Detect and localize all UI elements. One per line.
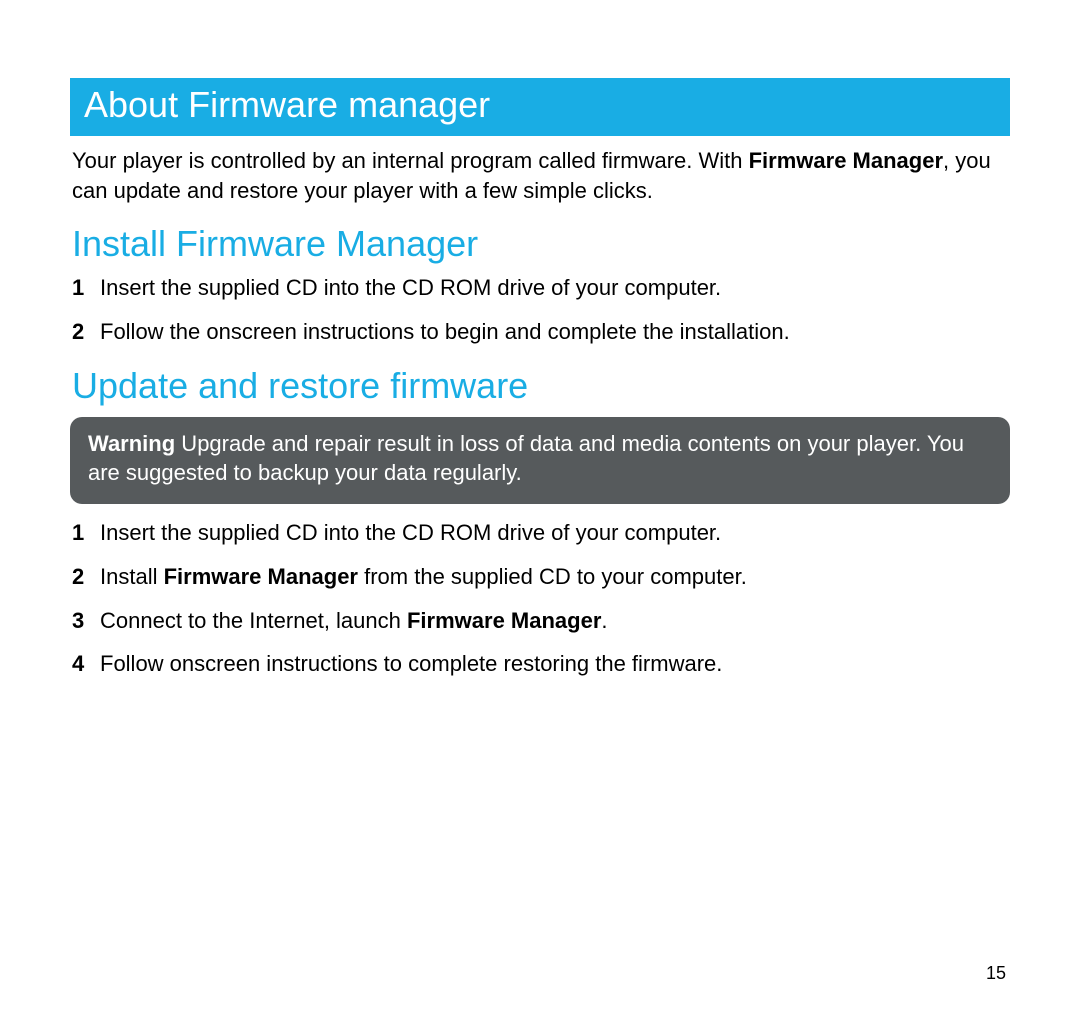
step-text: Insert the supplied CD into the CD ROM d… <box>100 273 721 303</box>
section-heading-install: Install Firmware Manager <box>72 223 1008 265</box>
list-item: 2 Install Firmware Manager from the supp… <box>72 562 1008 592</box>
step-text-pre: Connect to the Internet, launch <box>100 608 407 633</box>
document-page: About Firmware manager Your player is co… <box>0 0 1080 679</box>
list-item: 2 Follow the onscreen instructions to be… <box>72 317 1008 347</box>
step-number: 4 <box>72 649 94 679</box>
step-text-bold: Firmware Manager <box>407 608 601 633</box>
step-text: Connect to the Internet, launch Firmware… <box>100 606 608 636</box>
install-steps: 1 Insert the supplied CD into the CD ROM… <box>72 273 1008 346</box>
list-item: 1 Insert the supplied CD into the CD ROM… <box>72 273 1008 303</box>
step-text: Install Firmware Manager from the suppli… <box>100 562 747 592</box>
step-number: 2 <box>72 562 94 592</box>
step-text-post: . <box>601 608 607 633</box>
update-steps: 1 Insert the supplied CD into the CD ROM… <box>72 518 1008 679</box>
step-text-pre: Install <box>100 564 164 589</box>
intro-paragraph: Your player is controlled by an internal… <box>72 146 1008 205</box>
page-title-bar: About Firmware manager <box>70 78 1010 136</box>
list-item: 3 Connect to the Internet, launch Firmwa… <box>72 606 1008 636</box>
step-number: 3 <box>72 606 94 636</box>
warning-text: Upgrade and repair result in loss of dat… <box>88 431 964 486</box>
step-number: 1 <box>72 273 94 303</box>
intro-text-bold: Firmware Manager <box>749 148 943 173</box>
step-number: 2 <box>72 317 94 347</box>
step-text-pre: Insert the supplied CD into the CD ROM d… <box>100 520 721 545</box>
list-item: 4 Follow onscreen instructions to comple… <box>72 649 1008 679</box>
intro-text-pre: Your player is controlled by an internal… <box>72 148 749 173</box>
page-number: 15 <box>986 963 1006 984</box>
page-title: About Firmware manager <box>84 84 490 125</box>
step-text: Insert the supplied CD into the CD ROM d… <box>100 518 721 548</box>
step-text-pre: Follow onscreen instructions to complete… <box>100 651 722 676</box>
step-text-bold: Firmware Manager <box>164 564 358 589</box>
step-text: Follow the onscreen instructions to begi… <box>100 317 790 347</box>
list-item: 1 Insert the supplied CD into the CD ROM… <box>72 518 1008 548</box>
step-text: Follow onscreen instructions to complete… <box>100 649 722 679</box>
step-number: 1 <box>72 518 94 548</box>
warning-label: Warning <box>88 431 175 456</box>
step-text-post: from the supplied CD to your computer. <box>358 564 747 589</box>
warning-box: Warning Upgrade and repair result in los… <box>70 417 1010 504</box>
section-heading-update: Update and restore firmware <box>72 365 1008 407</box>
